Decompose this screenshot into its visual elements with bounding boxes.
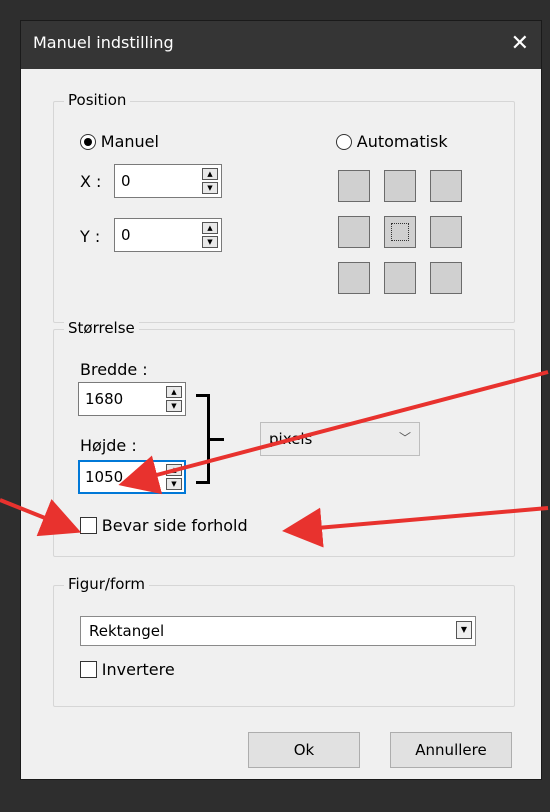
- chevron-down-icon: ﹀: [398, 431, 411, 445]
- x-decrement-button[interactable]: ▼: [202, 182, 218, 194]
- anchor-top-left[interactable]: [338, 170, 370, 202]
- height-spinbox[interactable]: 1050 ▲ ▼: [78, 460, 186, 494]
- y-increment-button[interactable]: ▲: [202, 222, 218, 234]
- ok-button[interactable]: Ok: [248, 732, 360, 768]
- anchor-top-right[interactable]: [430, 170, 462, 202]
- dropdown-arrow-icon[interactable]: ▼: [456, 621, 472, 639]
- height-increment-button[interactable]: ▲: [166, 464, 182, 476]
- invert-option[interactable]: Invertere: [80, 660, 175, 679]
- close-icon[interactable]: ✕: [511, 31, 529, 56]
- anchor-bottom-right[interactable]: [430, 262, 462, 294]
- size-group: Størrelse Bredde : 1680 ▲ ▼ Højde : 1050…: [53, 319, 515, 557]
- y-decrement-button[interactable]: ▼: [202, 236, 218, 248]
- anchor-middle-left[interactable]: [338, 216, 370, 248]
- shape-group: Figur/form Rektangel ▼ Invertere: [53, 575, 515, 707]
- width-decrement-button[interactable]: ▼: [166, 400, 182, 412]
- manual-settings-dialog: Manuel indstilling ✕ Position Manuel Aut…: [20, 20, 542, 780]
- width-label: Bredde :: [80, 360, 148, 379]
- keep-ratio-checkbox[interactable]: [80, 517, 97, 534]
- y-label: Y :: [80, 227, 101, 246]
- height-label: Højde :: [80, 436, 137, 455]
- anchor-bottom-center[interactable]: [384, 262, 416, 294]
- keep-ratio-label: Bevar side forhold: [101, 516, 248, 535]
- automatic-radio-icon[interactable]: [336, 134, 352, 150]
- anchor-top-center[interactable]: [384, 170, 416, 202]
- anchor-bottom-left[interactable]: [338, 262, 370, 294]
- invert-label: Invertere: [101, 660, 175, 679]
- manual-radio-label: Manuel: [100, 132, 159, 151]
- position-group: Position Manuel Automatisk X : 0 ▲ ▼ Y :…: [53, 91, 515, 323]
- keep-ratio-option[interactable]: Bevar side forhold: [80, 516, 248, 535]
- width-value[interactable]: 1680: [85, 390, 123, 408]
- x-increment-button[interactable]: ▲: [202, 168, 218, 180]
- anchor-center[interactable]: [384, 216, 416, 248]
- shape-value: Rektangel: [89, 622, 165, 640]
- manual-radio[interactable]: Manuel: [80, 132, 159, 151]
- anchor-middle-right[interactable]: [430, 216, 462, 248]
- width-increment-button[interactable]: ▲: [166, 386, 182, 398]
- link-bracket: [196, 394, 210, 484]
- cancel-button[interactable]: Annullere: [390, 732, 512, 768]
- size-legend: Størrelse: [64, 319, 139, 337]
- shape-legend: Figur/form: [64, 575, 149, 593]
- unit-value: pixels: [269, 430, 313, 448]
- manual-radio-icon[interactable]: [80, 134, 96, 150]
- y-spinbox[interactable]: 0 ▲ ▼: [114, 218, 222, 252]
- shape-select[interactable]: Rektangel ▼: [80, 616, 476, 646]
- title-bar: Manuel indstilling ✕: [21, 21, 541, 69]
- height-decrement-button[interactable]: ▼: [166, 478, 182, 490]
- x-label: X :: [80, 172, 102, 191]
- invert-checkbox[interactable]: [80, 661, 97, 678]
- automatic-radio[interactable]: Automatisk: [336, 132, 448, 151]
- dialog-title: Manuel indstilling: [33, 33, 174, 52]
- x-value[interactable]: 0: [121, 172, 131, 190]
- automatic-radio-label: Automatisk: [356, 132, 448, 151]
- x-spinbox[interactable]: 0 ▲ ▼: [114, 164, 222, 198]
- y-value[interactable]: 0: [121, 226, 131, 244]
- position-legend: Position: [64, 91, 131, 109]
- unit-select[interactable]: pixels ﹀: [260, 422, 420, 456]
- height-value[interactable]: 1050: [85, 468, 123, 486]
- width-spinbox[interactable]: 1680 ▲ ▼: [78, 382, 186, 416]
- link-bracket-stem: [210, 438, 224, 441]
